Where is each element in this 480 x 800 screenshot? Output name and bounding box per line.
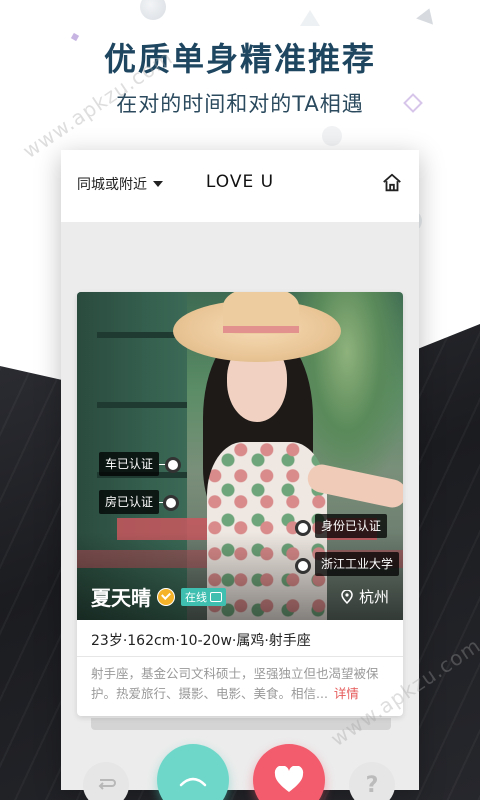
skip-icon: [179, 777, 207, 787]
profile-stats: 23岁·162cm·10-20w·属鸡·射手座: [91, 633, 311, 649]
tag-dot: [163, 495, 179, 511]
promo-screen: 优质单身精准推荐 在对的时间和对的TA相遇 同城或附近 LOVE U 车已认证 …: [0, 0, 480, 800]
tag-dot: [295, 558, 311, 574]
location-label: 杭州: [358, 588, 389, 606]
app-title: LOVE U: [205, 172, 275, 192]
profile-bio: 射手座，基金公司文科硕士，坚强独立但也渴望被保护。热爱旅行、摄影、电影、美食。相…: [91, 664, 391, 704]
tag-id-verified: 身份已认证: [315, 514, 388, 538]
app-bar: 同城或附近 LOVE U: [61, 150, 419, 222]
help-button[interactable]: ?: [349, 762, 395, 800]
tag-house-verified: 房已认证: [99, 490, 160, 514]
like-button[interactable]: [253, 744, 325, 800]
name-row: 夏天晴 在线: [91, 582, 226, 611]
tag-university: 浙江工业大学: [315, 552, 400, 576]
rewind-icon: [98, 779, 116, 790]
home-icon[interactable]: [381, 172, 403, 194]
phone-screen: 同城或附近 LOVE U 车已认证 房已认证 身份已认证 浙江工业大学 夏天晴 …: [61, 150, 419, 800]
online-status-badge: 在线: [181, 587, 226, 606]
profile-name: 夏天晴: [91, 586, 151, 610]
profile-card[interactable]: 车已认证 房已认证 身份已认证 浙江工业大学 夏天晴 在线 杭州 23岁·162…: [77, 292, 403, 716]
location: 杭州: [341, 586, 389, 607]
tag-dot: [165, 457, 181, 473]
tag-dot: [295, 520, 311, 536]
profile-photo[interactable]: 车已认证 房已认证 身份已认证 浙江工业大学 夏天晴 在线 杭州: [77, 292, 403, 620]
tag-car-verified: 车已认证: [99, 452, 160, 476]
online-status-label: 在线: [185, 590, 207, 604]
verified-badge-icon: [157, 587, 175, 606]
divider: [77, 656, 403, 657]
details-link[interactable]: 详情: [334, 686, 359, 701]
decor-triangle: [300, 10, 320, 26]
location-pin-icon: [341, 589, 353, 604]
promo-headline: 优质单身精准推荐: [103, 40, 376, 78]
skip-button[interactable]: [157, 744, 229, 800]
decor-ball: [322, 126, 342, 146]
chat-icon: [210, 591, 222, 602]
heart-icon: [274, 766, 304, 792]
rewind-button[interactable]: [83, 762, 129, 800]
